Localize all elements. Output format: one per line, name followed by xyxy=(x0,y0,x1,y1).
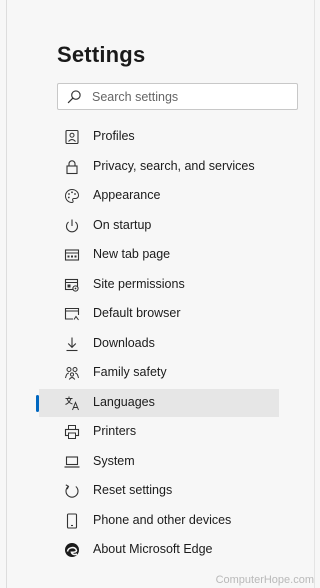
nav-item-label: Languages xyxy=(93,394,155,409)
new-tab-icon xyxy=(64,249,80,261)
nav-item-label: On startup xyxy=(93,217,152,232)
family-icon xyxy=(65,367,79,380)
nav-item-label: New tab page xyxy=(93,247,171,261)
nav-item-label: About Microsoft Edge xyxy=(93,542,213,556)
printer-icon xyxy=(64,425,80,439)
nav-item-family-safety[interactable]: Family safety xyxy=(0,359,317,387)
nav-item-downloads[interactable]: Downloads xyxy=(0,330,317,358)
nav-item-profiles[interactable]: Profiles xyxy=(0,123,317,151)
reset-icon xyxy=(65,484,79,498)
nav-item-phone-and-other-devices[interactable]: Phone and other devices xyxy=(0,507,317,535)
language-icon xyxy=(65,396,79,410)
nav-item-appearance[interactable]: Appearance xyxy=(0,182,317,210)
nav-item-new-tab-page[interactable]: New tab page xyxy=(0,241,317,269)
palette-icon xyxy=(65,188,80,204)
selected-indicator xyxy=(36,394,39,412)
browser-icon xyxy=(64,307,80,321)
nav-item-label: System xyxy=(93,453,135,468)
nav-item-reset-settings[interactable]: Reset settings xyxy=(0,477,317,505)
nav-item-on-startup[interactable]: On startup xyxy=(0,212,317,240)
nav-item-system[interactable]: System xyxy=(0,448,317,476)
profile-icon xyxy=(65,129,79,145)
nav-item-label: Privacy, search, and services xyxy=(93,158,255,173)
nav-item-printers[interactable]: Printers xyxy=(0,418,317,446)
nav-item-privacy[interactable]: Privacy, search, and services xyxy=(0,153,317,181)
nav-item-label: Downloads xyxy=(93,335,155,350)
search-icon xyxy=(67,90,81,104)
nav-item-default-browser[interactable]: Default browser xyxy=(0,300,317,328)
nav-item-site-permissions[interactable]: Site permissions xyxy=(0,271,317,299)
phone-icon xyxy=(66,512,78,529)
nav-item-label: Reset settings xyxy=(93,483,173,497)
watermark: ComputerHope.com xyxy=(215,574,314,586)
lock-icon xyxy=(66,159,78,174)
nav-item-label: Default browser xyxy=(93,306,181,320)
laptop-icon xyxy=(64,455,80,468)
nav-item-label: Profiles xyxy=(93,129,135,143)
nav-item-label: Family safety xyxy=(93,365,167,379)
power-icon xyxy=(66,219,78,232)
nav-item-label: Appearance xyxy=(93,188,161,202)
search-input[interactable] xyxy=(92,87,292,107)
site-permissions-icon xyxy=(64,278,79,292)
nav-item-languages[interactable]: Languages xyxy=(0,388,317,417)
nav-item-label: Site permissions xyxy=(93,276,185,291)
nav-item-label: Phone and other devices xyxy=(93,512,232,527)
edge-icon xyxy=(65,543,79,557)
page-title: Settings xyxy=(57,42,146,67)
nav-item-label: Printers xyxy=(93,424,137,438)
settings-panel: Settings Profiles Privacy, search, and s… xyxy=(0,0,317,588)
download-icon xyxy=(66,337,78,351)
nav-item-about-microsoft-edge[interactable]: About Microsoft Edge xyxy=(0,536,317,564)
search-box[interactable] xyxy=(57,83,298,110)
